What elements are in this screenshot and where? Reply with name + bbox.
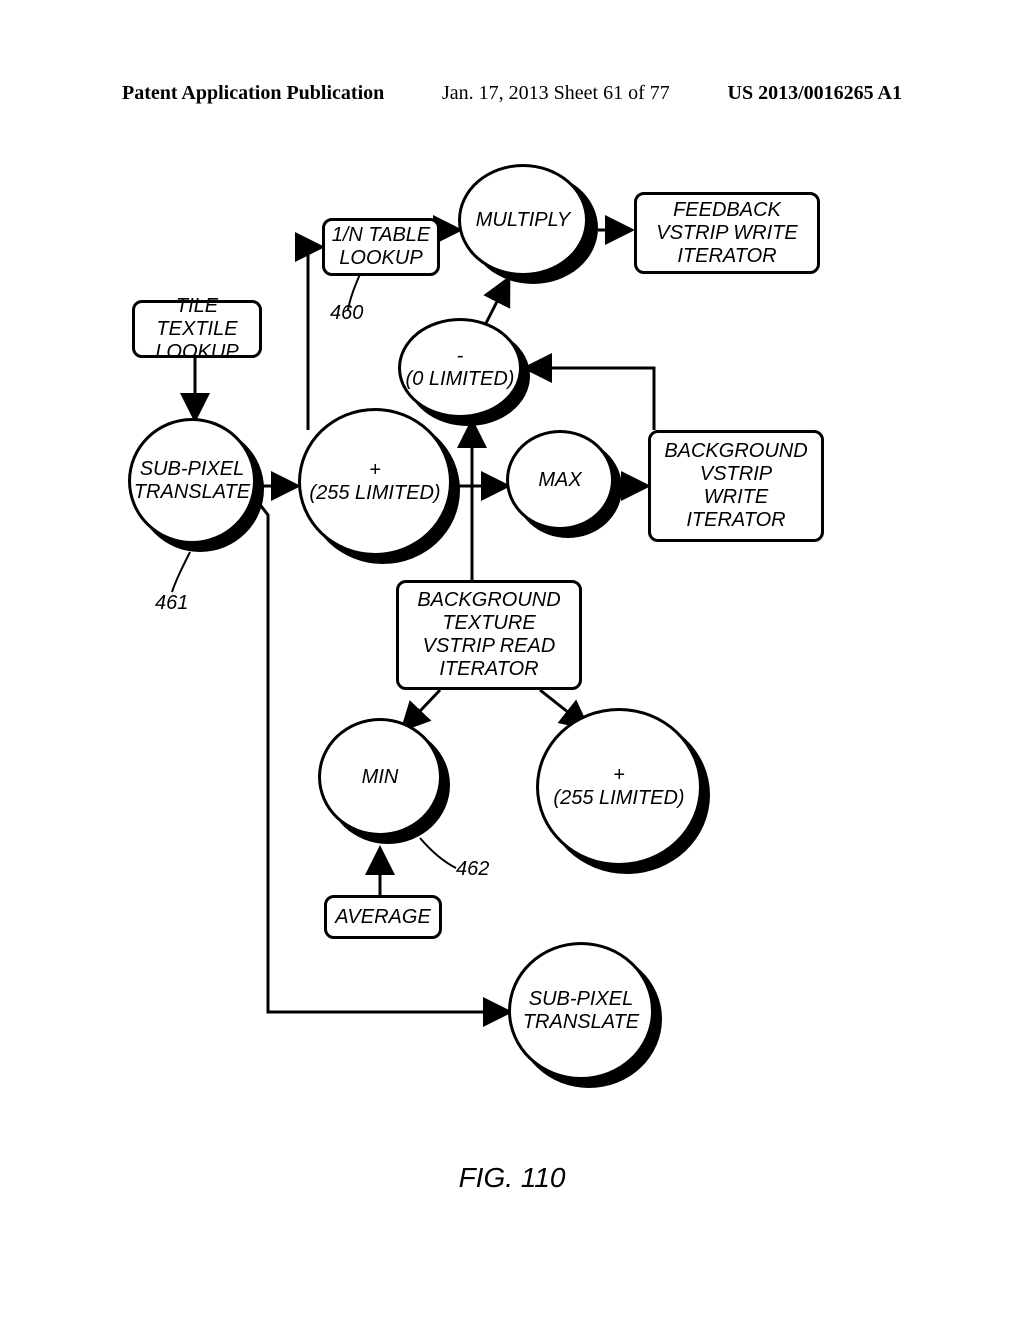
node-sub-pixel-translate-1: SUB-PIXELTRANSLATE: [128, 418, 268, 553]
ref-label-462: 462: [456, 858, 489, 881]
figure-label: FIG. 110: [0, 1162, 1024, 1194]
ref-label-461: 461: [155, 592, 188, 615]
node-1n-table-lookup: 1/N TABLELOOKUP: [322, 218, 440, 276]
node-tile-textile-lookup: TILE TEXTILELOOKUP: [132, 300, 262, 358]
node-plus-255-limited-left: +(255 LIMITED): [298, 408, 464, 568]
diagram-canvas: TILE TEXTILELOOKUP 1/N TABLELOOKUP MULTI…: [0, 0, 1024, 1320]
ref-label-460: 460: [330, 302, 363, 325]
node-average: AVERAGE: [324, 895, 442, 939]
node-max: MAX: [506, 430, 626, 542]
node-sub-pixel-translate-2: SUB-PIXELTRANSLATE: [508, 942, 668, 1092]
node-plus-255-limited-right: +(255 LIMITED): [536, 708, 716, 878]
node-multiply: MULTIPLY: [458, 164, 598, 284]
node-min: MIN: [318, 718, 454, 848]
node-feedback-write-iterator: FEEDBACKVSTRIP WRITEITERATOR: [634, 192, 820, 274]
node-background-write-iterator: BACKGROUNDVSTRIPWRITEITERATOR: [648, 430, 824, 542]
node-background-read-iterator: BACKGROUNDTEXTUREVSTRIP READITERATOR: [396, 580, 582, 690]
